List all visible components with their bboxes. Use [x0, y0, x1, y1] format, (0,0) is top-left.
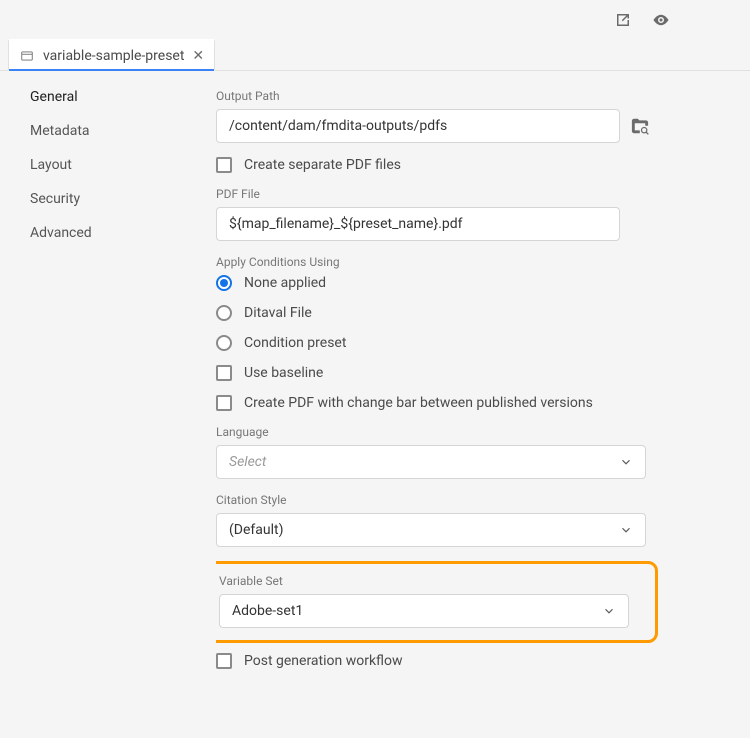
sidebar: General Metadata Layout Security Advance…	[0, 71, 216, 738]
pdf-file-value: ${map_filename}_${preset_name}.pdf	[229, 216, 463, 232]
browse-folder-icon[interactable]	[630, 116, 650, 136]
pdf-file-group: PDF File ${map_filename}_${preset_name}.…	[216, 187, 720, 241]
close-icon[interactable]: ✕	[192, 49, 204, 63]
output-path-value: /content/dam/fmdita-outputs/pdfs	[229, 118, 447, 134]
create-separate-pdf-row[interactable]: Create separate PDF files	[216, 157, 720, 173]
use-baseline-checkbox[interactable]	[216, 365, 232, 381]
pdf-file-input[interactable]: ${map_filename}_${preset_name}.pdf	[216, 207, 620, 241]
change-bar-label: Create PDF with change bar between publi…	[244, 395, 593, 411]
sidebar-item-advanced[interactable]: Advanced	[30, 225, 216, 241]
tab-variable-sample-preset[interactable]: variable-sample-preset ✕	[8, 39, 215, 71]
condition-ditaval-radio[interactable]	[216, 305, 232, 321]
condition-ditaval-row[interactable]: Ditaval File	[216, 305, 720, 321]
export-icon[interactable]	[614, 11, 632, 29]
chevron-down-icon	[619, 523, 633, 537]
tab-row: variable-sample-preset ✕	[0, 39, 750, 71]
apply-conditions-group: Apply Conditions Using None applied Dita…	[216, 255, 720, 351]
use-baseline-row[interactable]: Use baseline	[216, 365, 720, 381]
post-gen-checkbox[interactable]	[216, 653, 232, 669]
apply-conditions-label: Apply Conditions Using	[216, 255, 720, 269]
general-panel: Output Path /content/dam/fmdita-outputs/…	[216, 71, 750, 738]
pdf-file-label: PDF File	[216, 187, 720, 201]
variable-set-select[interactable]: Adobe-set1	[219, 594, 629, 628]
citation-group: Citation Style (Default)	[216, 493, 720, 547]
variable-set-label: Variable Set	[219, 574, 645, 588]
variable-set-value: Adobe-set1	[232, 603, 303, 619]
sidebar-item-layout[interactable]: Layout	[30, 157, 216, 173]
citation-label: Citation Style	[216, 493, 720, 507]
variable-set-highlight: Variable Set Adobe-set1	[216, 561, 658, 643]
condition-none-radio[interactable]	[216, 275, 232, 291]
language-select[interactable]: Select	[216, 445, 646, 479]
condition-preset-row[interactable]: Condition preset	[216, 335, 720, 351]
top-toolbar	[0, 0, 750, 39]
change-bar-row[interactable]: Create PDF with change bar between publi…	[216, 395, 720, 411]
output-path-input[interactable]: /content/dam/fmdita-outputs/pdfs	[216, 109, 620, 143]
chevron-down-icon	[619, 455, 633, 469]
language-label: Language	[216, 425, 720, 439]
tab-title: variable-sample-preset	[43, 48, 184, 64]
sidebar-item-security[interactable]: Security	[30, 191, 216, 207]
use-baseline-label: Use baseline	[244, 365, 323, 381]
post-gen-row[interactable]: Post generation workflow	[216, 653, 720, 669]
create-separate-pdf-checkbox[interactable]	[216, 157, 232, 173]
language-value: Select	[229, 454, 266, 470]
output-path-group: Output Path /content/dam/fmdita-outputs/…	[216, 89, 720, 143]
condition-ditaval-label: Ditaval File	[244, 305, 312, 321]
condition-none-row[interactable]: None applied	[216, 275, 720, 291]
sidebar-item-general[interactable]: General	[30, 89, 216, 105]
main-area: General Metadata Layout Security Advance…	[0, 71, 750, 738]
citation-value: (Default)	[229, 522, 283, 538]
chevron-down-icon	[602, 604, 616, 618]
post-gen-label: Post generation workflow	[244, 653, 403, 669]
change-bar-checkbox[interactable]	[216, 395, 232, 411]
language-group: Language Select	[216, 425, 720, 479]
condition-none-label: None applied	[244, 275, 326, 291]
sidebar-item-metadata[interactable]: Metadata	[30, 123, 216, 139]
condition-preset-label: Condition preset	[244, 335, 346, 351]
preview-icon[interactable]	[652, 11, 670, 29]
citation-select[interactable]: (Default)	[216, 513, 646, 547]
condition-preset-radio[interactable]	[216, 335, 232, 351]
preset-icon	[19, 48, 35, 64]
create-separate-pdf-label: Create separate PDF files	[244, 157, 401, 173]
output-path-label: Output Path	[216, 89, 720, 103]
